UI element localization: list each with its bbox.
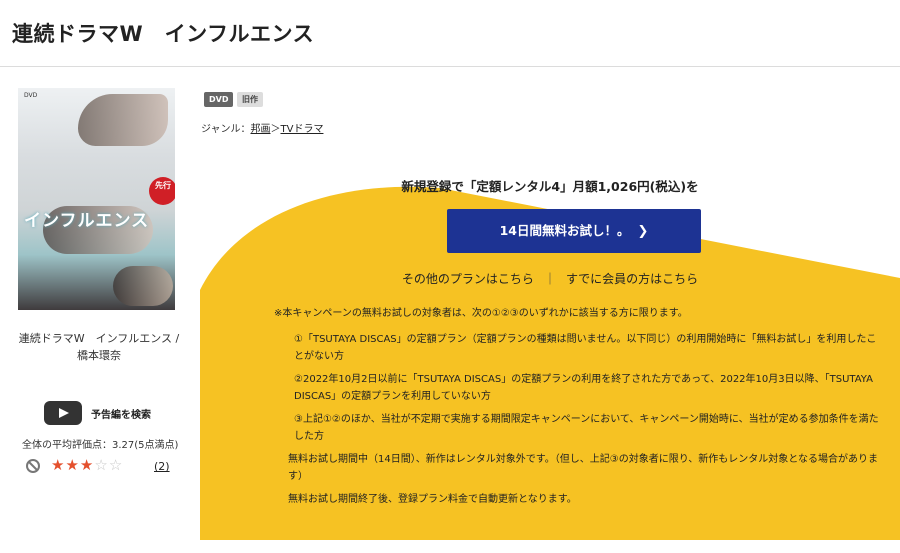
plan-links: その他のプランはこちら ｜ すでに会員の方はこちら xyxy=(200,270,900,287)
genre-breadcrumb: ジャンル：邦画＞TVドラマ xyxy=(201,120,323,135)
notes-condition-3: ③上記①②のほか、当社が不定期で実施する期間限定キャンペーンにおいて、キャンペー… xyxy=(294,414,879,442)
members-login-link[interactable]: すでに会員の方はこちら xyxy=(566,272,698,286)
cover-badge: 先行 xyxy=(149,177,175,205)
review-count-link[interactable]: (2) xyxy=(154,460,170,473)
average-rating-label: 全体の平均評価点： xyxy=(22,440,112,451)
play-icon xyxy=(59,408,69,418)
genre-link-tvdrama[interactable]: TVドラマ xyxy=(281,124,324,135)
free-trial-label: 14日間無料お試し！。 xyxy=(499,223,630,238)
notes-extra-2: 無料お試し期間終了後、登録プラン料金で自動更新となります。 xyxy=(288,494,577,505)
genre-separator: ＞ xyxy=(270,124,281,135)
notes-lead: ※本キャンペーンの無料お試しの対象者は、次の①②③のいずれかに該当する方に限りま… xyxy=(274,308,688,319)
genre-label: ジャンル： xyxy=(201,124,251,135)
notes-condition-2: ②2022年10月2日以前に「TSUTAYA DISCAS」の定額プランの利用を… xyxy=(294,374,873,402)
dvd-cover-image[interactable]: DVD インフルエンス 先行 xyxy=(18,88,175,310)
page-title: 連続ドラマW インフルエンス xyxy=(12,22,315,46)
average-rating-value: 3.27(5点満点) xyxy=(112,440,179,451)
star-empty-icon: ☆ xyxy=(108,456,124,474)
notes-extra-1: 無料お試し期間中（14日間）、新作はレンタル対象外です。（但し、上記③の対象者に… xyxy=(288,454,878,482)
chevron-right-icon: ❯ xyxy=(637,224,649,239)
free-trial-button[interactable]: 14日間無料お試し！。 ❯ xyxy=(447,209,701,253)
star-rating[interactable]: ★★★☆☆ xyxy=(51,456,123,474)
cover-dvd-label: DVD xyxy=(24,92,38,99)
product-name[interactable]: 連続ドラマW インフルエンス / 橋本環奈 xyxy=(14,330,184,364)
star-filled-icon: ★ xyxy=(79,456,95,474)
cover-title-text: インフルエンス xyxy=(24,211,150,231)
average-rating: 全体の平均評価点：3.27(5点満点) xyxy=(22,436,178,451)
campaign-notes: ※本キャンペーンの無料お試しの対象者は、次の①②③のいずれかに該当する方に限りま… xyxy=(274,305,884,514)
other-plans-link[interactable]: その他のプランはこちら xyxy=(402,272,534,286)
link-separator: ｜ xyxy=(543,272,556,286)
header-divider xyxy=(0,66,900,67)
trailer-play-button[interactable] xyxy=(44,401,82,425)
star-filled-icon: ★ xyxy=(51,456,66,474)
trailer-search-label[interactable]: 予告編を検索 xyxy=(91,406,151,421)
genre-link-movie[interactable]: 邦画 xyxy=(251,124,271,135)
promo-lead-text: 新規登録で「定額レンタル4」月額1,026円(税込)を xyxy=(401,179,699,194)
notes-condition-1: ①「TSUTAYA DISCAS」の定額プラン（定額プランの種類は問いません。以… xyxy=(294,334,877,362)
star-filled-icon: ★ xyxy=(65,456,80,474)
cover-portrait-1 xyxy=(78,94,168,146)
cover-portrait-3 xyxy=(113,266,173,306)
star-empty-icon: ☆ xyxy=(94,456,109,474)
tag-old-release: 旧作 xyxy=(237,92,263,107)
not-interested-icon[interactable] xyxy=(26,459,40,473)
tag-dvd: DVD xyxy=(204,92,234,107)
